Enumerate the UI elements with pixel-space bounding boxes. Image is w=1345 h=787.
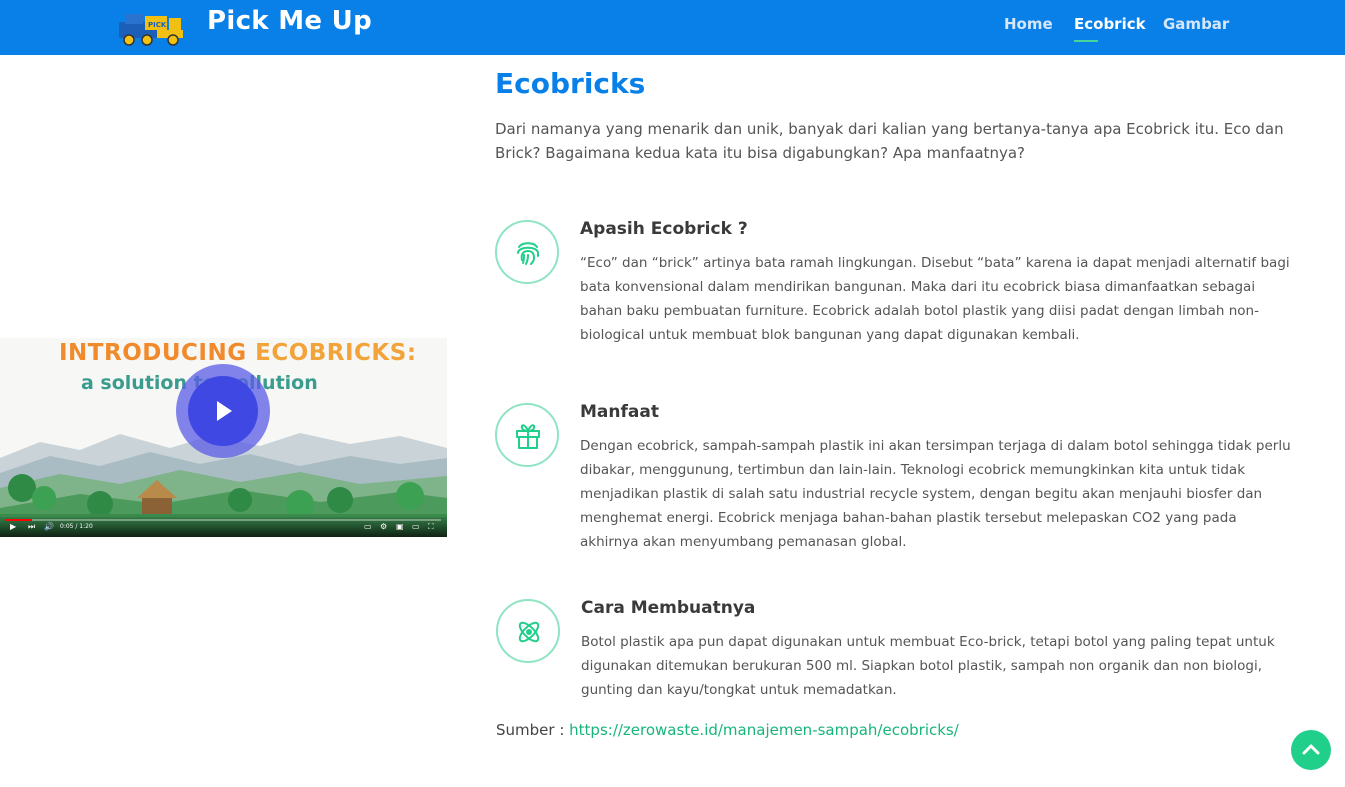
next-icon[interactable]: ⏭ <box>28 522 35 532</box>
atom-icon <box>518 621 540 643</box>
theater-icon[interactable]: ▭ <box>412 522 420 532</box>
play-small-icon[interactable]: ▶ <box>10 522 16 532</box>
video-title-introducing: INTRODUCING <box>59 340 256 366</box>
section-title-apasih: Apasih Ecobrick ? <box>580 219 748 239</box>
nav-ecobrick[interactable]: Ecobrick <box>1074 15 1146 33</box>
play-button[interactable] <box>176 364 270 458</box>
section-text-manfaat: Dengan ecobrick, sampah-sampah plastik i… <box>580 438 1291 550</box>
video-title-ecobricks: ECOBRICKS: <box>255 340 417 366</box>
video-player[interactable]: INTRODUCING ECOBRICKS: a solution to pol… <box>0 338 447 537</box>
brand-name[interactable]: Pick Me Up <box>207 6 372 36</box>
play-icon <box>217 401 232 421</box>
video-progress-fill <box>6 519 33 521</box>
video-time: 0:05 / 1:20 <box>60 523 93 530</box>
logo-badge-text: PICK <box>148 21 167 29</box>
section-text-apasih: “Eco” dan “brick” artinya bata ramah lin… <box>580 255 1290 343</box>
source-link[interactable]: https://zerowaste.id/manajemen-sampah/ec… <box>569 721 959 739</box>
top-navbar: PICK Pick Me Up Home Ecobrick Gambar <box>0 0 1345 55</box>
play-button-inner <box>188 376 258 446</box>
back-to-top-button[interactable] <box>1291 730 1331 770</box>
source-label: Sumber : <box>496 721 570 739</box>
atom-icon-circle <box>496 599 560 663</box>
section-title-cara: Cara Membuatnya <box>581 598 756 618</box>
captions-icon[interactable]: ▭ <box>364 522 372 532</box>
video-title-line1: INTRODUCING ECOBRICKS: <box>59 340 417 366</box>
intro-paragraph: Dari namanya yang menarik dan unik, bany… <box>495 120 1284 162</box>
fingerprint-icon-circle <box>495 220 559 284</box>
gift-icon-circle <box>495 403 559 467</box>
section-text-cara: Botol plastik apa pun dapat digunakan un… <box>581 634 1275 698</box>
fingerprint-icon <box>517 242 539 265</box>
video-progress-bar[interactable] <box>6 519 441 521</box>
truck-logo[interactable]: PICK <box>117 8 185 46</box>
gift-icon <box>516 424 540 449</box>
active-nav-underline <box>1074 40 1098 42</box>
nav-home[interactable]: Home <box>1004 15 1053 33</box>
source-line: Sumber : https://zerowaste.id/manajemen-… <box>496 719 959 741</box>
fullscreen-icon[interactable]: ⛶ <box>428 522 434 532</box>
page-title: Ecobricks <box>495 67 646 100</box>
miniplayer-icon[interactable]: ▣ <box>396 522 404 532</box>
section-title-manfaat: Manfaat <box>580 402 659 422</box>
volume-icon[interactable]: 🔊 <box>44 522 54 532</box>
nav-gambar[interactable]: Gambar <box>1163 15 1229 33</box>
video-controls: ▶ ⏭ 🔊 0:05 / 1:20 ▭ ⚙ ▣ ▭ ⛶ <box>0 517 447 537</box>
settings-icon[interactable]: ⚙ <box>380 522 387 532</box>
chevron-up-icon <box>1302 744 1320 755</box>
